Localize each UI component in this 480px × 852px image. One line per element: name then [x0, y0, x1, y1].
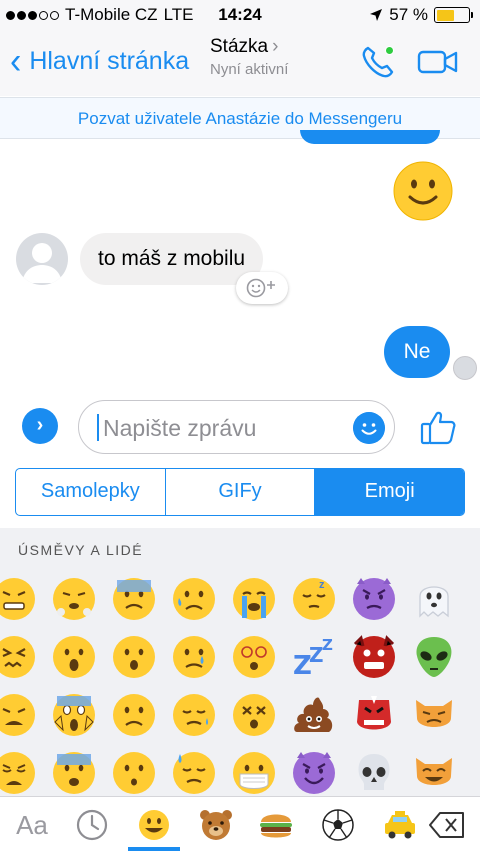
- reaction-smiley-icon: [246, 278, 275, 298]
- conversation-header: ‹ Hlavní stránka Stázka › Nyní aktivní: [0, 30, 480, 96]
- emoji-frown-icon[interactable]: [104, 686, 164, 744]
- message-bubble-incoming[interactable]: to máš z mobilu: [80, 233, 264, 285]
- emoji-devil-smile-icon[interactable]: [284, 744, 344, 796]
- back-button[interactable]: ‹ Hlavní stránka: [10, 40, 190, 82]
- message-bubble-outgoing[interactable]: [300, 130, 440, 144]
- svg-text:Z: Z: [322, 636, 333, 654]
- emoji-fearful-icon[interactable]: [44, 744, 104, 796]
- message-input-placeholder: Napište zprávu: [103, 415, 257, 441]
- tab-emoji[interactable]: Emoji: [315, 469, 464, 515]
- emoji-hushed-icon[interactable]: [104, 744, 164, 796]
- seen-indicator-avatar: [453, 356, 477, 380]
- emoji-cat-smile-icon[interactable]: [404, 744, 464, 796]
- travel-taxi-icon[interactable]: [380, 807, 420, 843]
- food-burger-icon[interactable]: [256, 807, 296, 843]
- contact-title[interactable]: Stázka › Nyní aktivní: [210, 36, 288, 78]
- emoji-partial-icon[interactable]: [464, 628, 480, 686]
- location-arrow-icon: [370, 9, 383, 21]
- tab-gifs[interactable]: GIFy: [166, 469, 316, 515]
- battery-percent: 57 %: [389, 5, 428, 24]
- add-reaction-button[interactable]: [236, 272, 288, 304]
- emoji-poop-icon[interactable]: [284, 686, 344, 744]
- emoji-mask-icon[interactable]: [224, 744, 284, 796]
- emoji-partial-icon[interactable]: [464, 570, 480, 628]
- chevron-left-icon: ‹: [10, 40, 22, 82]
- emoji-toggle-icon[interactable]: [353, 412, 385, 444]
- animals-bear-icon[interactable]: [196, 807, 236, 843]
- smiley-face-icon[interactable]: [392, 160, 454, 222]
- recent-clock-icon[interactable]: [72, 807, 112, 843]
- svg-text:z: z: [319, 579, 325, 591]
- emoji-dizzy-eyes-icon[interactable]: [224, 628, 284, 686]
- emoji-goblin-icon[interactable]: [344, 686, 404, 744]
- message-bubble-outgoing[interactable]: Ne: [384, 326, 450, 378]
- video-call-icon[interactable]: [417, 44, 459, 80]
- emoji-surprised-icon[interactable]: [44, 628, 104, 686]
- emoji-skull-icon[interactable]: [344, 744, 404, 796]
- emoji-dizzy-icon[interactable]: [224, 686, 284, 744]
- battery-icon: [434, 7, 473, 23]
- emoji-partial-icon[interactable]: [464, 686, 480, 744]
- emoji-ogre-icon[interactable]: [344, 628, 404, 686]
- emoji-devil-icon[interactable]: [344, 570, 404, 628]
- message-input[interactable]: Napište zprávu: [78, 400, 395, 454]
- emoji-confounded-icon[interactable]: [0, 628, 44, 686]
- emoji-open-mouth-icon[interactable]: [104, 628, 164, 686]
- emoji-sweat-icon[interactable]: [164, 744, 224, 796]
- emoji-scream-icon[interactable]: [44, 686, 104, 744]
- emoji-grid: z ZZZ: [0, 570, 480, 796]
- online-indicator: [385, 46, 394, 55]
- chevron-right-icon: ›: [272, 36, 279, 57]
- emoji-weary-icon[interactable]: [0, 744, 44, 796]
- tab-stickers[interactable]: Samolepky: [16, 469, 166, 515]
- active-category-indicator: [128, 847, 180, 851]
- emoji-steam-icon[interactable]: [44, 570, 104, 628]
- emoji-partial-icon[interactable]: [464, 744, 480, 796]
- delete-backspace-icon[interactable]: [428, 807, 468, 843]
- picker-tabs: Samolepky GIFy Emoji: [15, 468, 465, 516]
- emoji-tired-icon[interactable]: [0, 686, 44, 744]
- emoji-section-title: ÚSMĚVY A LIDÉ: [18, 542, 144, 558]
- expand-actions-button[interactable]: ›: [22, 408, 58, 444]
- emoji-alien-icon[interactable]: [404, 628, 464, 686]
- contact-name: Stázka: [210, 36, 269, 57]
- contact-avatar[interactable]: [16, 233, 68, 285]
- emoji-sleepy-icon[interactable]: z: [284, 570, 344, 628]
- emoji-cat-icon[interactable]: [404, 686, 464, 744]
- thumbs-up-icon[interactable]: [418, 407, 458, 447]
- activity-soccer-icon[interactable]: [318, 807, 358, 843]
- message-list: to máš z mobilu Ne: [0, 130, 480, 390]
- smileys-icon[interactable]: [134, 807, 174, 843]
- emoji-crying-icon[interactable]: [224, 570, 284, 628]
- contact-status: Nyní aktivní: [210, 61, 289, 78]
- emoji-cold-sweat-icon[interactable]: [104, 570, 164, 628]
- emoji-panel: ÚSMĚVY A LIDÉ z ZZZ: [0, 528, 480, 796]
- emoji-grimace-icon[interactable]: [0, 570, 44, 628]
- default-avatar-icon: [22, 243, 62, 283]
- emoji-ghost-icon[interactable]: [404, 570, 464, 628]
- chevron-right-icon: ›: [36, 414, 44, 436]
- emoji-category-bar: Aa: [0, 796, 480, 852]
- text-cursor: [97, 414, 99, 441]
- emoji-sad-tear-icon[interactable]: [164, 628, 224, 686]
- back-label: Hlavní stránka: [29, 46, 190, 75]
- status-bar: T-Mobile CZ LTE 14:24 57 %: [0, 0, 480, 30]
- keyboard-text-button[interactable]: Aa: [12, 807, 52, 843]
- emoji-disappointed-icon[interactable]: [164, 686, 224, 744]
- emoji-zzz-icon[interactable]: ZZZ: [284, 628, 344, 686]
- emoji-worried-tear-icon[interactable]: [164, 570, 224, 628]
